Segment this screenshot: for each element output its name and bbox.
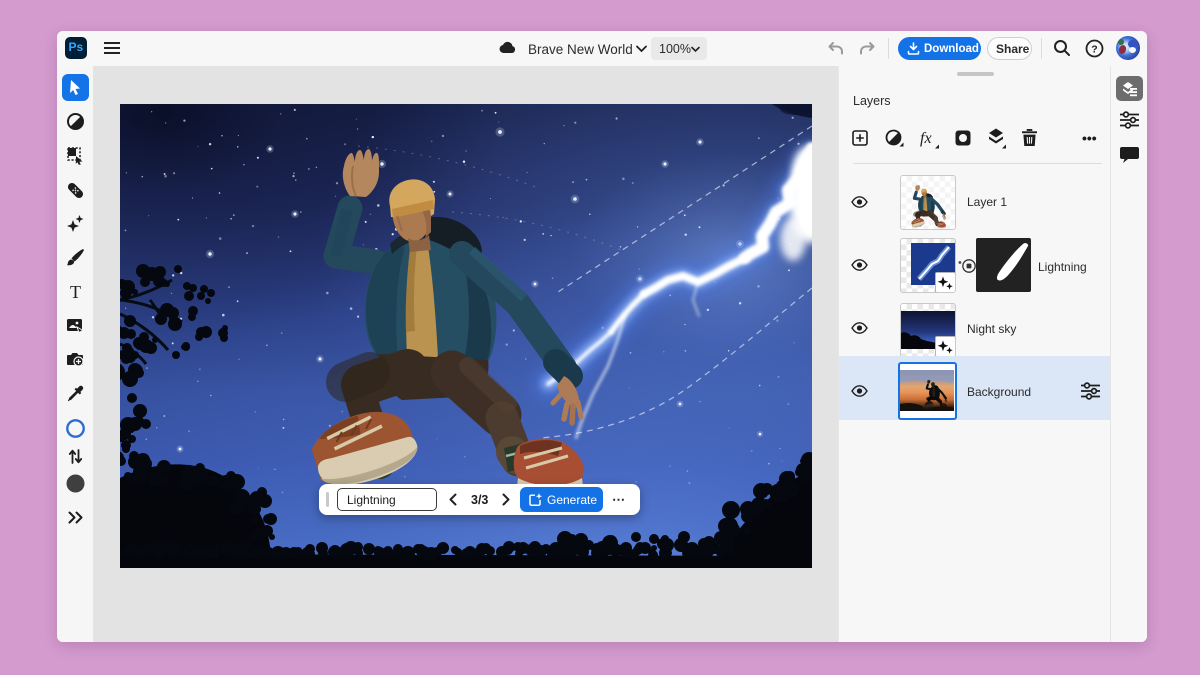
svg-text:?: ? [1091,44,1097,56]
svg-text:fx: fx [920,130,932,147]
svg-text:T: T [70,282,81,301]
